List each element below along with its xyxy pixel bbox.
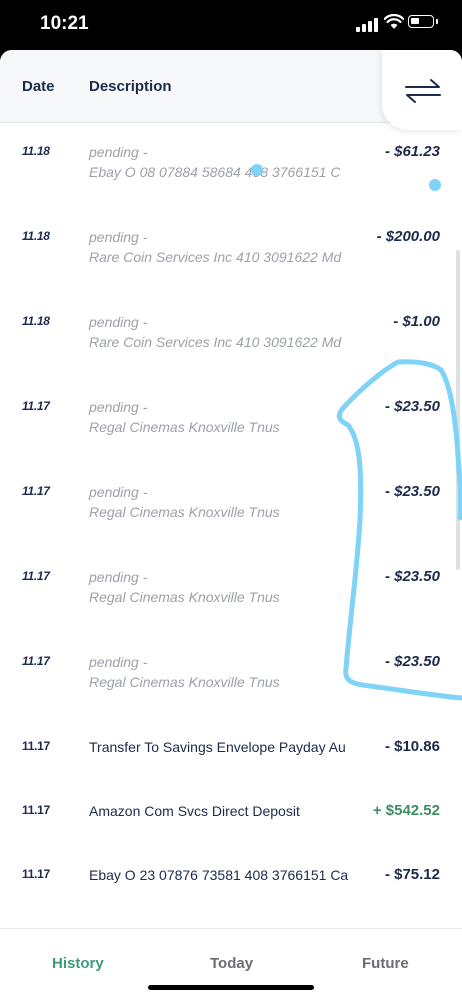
- pending-label: pending -: [89, 654, 148, 670]
- transaction-date: 11.17: [22, 654, 50, 668]
- transaction-description: Regal Cinemas Knoxville Tnus: [89, 589, 280, 605]
- transaction-amount: - $23.50: [384, 398, 440, 415]
- transaction-row-pending[interactable]: 11.18 pending - Rare Coin Services Inc 4…: [0, 292, 462, 377]
- tab-future[interactable]: Future: [362, 955, 409, 972]
- transaction-date: 11.17: [22, 739, 50, 753]
- transaction-row-pending[interactable]: 11.17 pending - Regal Cinemas Knoxville …: [0, 377, 462, 462]
- transaction-amount: - $10.86: [384, 738, 440, 755]
- transaction-description: Regal Cinemas Knoxville Tnus: [89, 674, 280, 690]
- tab-history[interactable]: History: [52, 955, 104, 972]
- transaction-description: Regal Cinemas Knoxville Tnus: [89, 504, 280, 520]
- transaction-date: 11.17: [22, 867, 50, 881]
- transaction-amount: - $23.50: [384, 653, 440, 670]
- pending-label: pending -: [89, 569, 148, 585]
- transaction-date: 11.17: [22, 484, 50, 498]
- pending-label: pending -: [89, 314, 148, 330]
- tab-today[interactable]: Today: [210, 955, 253, 972]
- transaction-description: Ebay O 23 07876 73581 408 3766151 Ca: [89, 867, 349, 883]
- transaction-row[interactable]: 11.17 Ebay O 23 07876 73581 408 3766151 …: [0, 845, 462, 909]
- home-indicator: [148, 985, 314, 990]
- transaction-date: 11.18: [22, 144, 50, 158]
- transaction-row-pending[interactable]: 11.18 pending - Rare Coin Services Inc 4…: [0, 207, 462, 292]
- transaction-amount: - $23.50: [384, 483, 440, 500]
- pending-label: pending -: [89, 144, 148, 160]
- swap-arrows-icon: [405, 79, 441, 103]
- transaction-history-panel: Date Description 11.18 pending - Ebay O …: [0, 50, 462, 1000]
- transaction-description: Amazon Com Svcs Direct Deposit: [89, 803, 300, 819]
- transaction-date: 11.17: [22, 803, 50, 817]
- transaction-description: Rare Coin Services Inc 410 3091622 Md: [89, 334, 342, 350]
- transaction-row-pending[interactable]: 11.17 pending - Regal Cinemas Knoxville …: [0, 547, 462, 632]
- scrollbar[interactable]: [456, 250, 460, 570]
- transaction-description: Ebay O 08 07884 58684 408 3766151 C: [89, 164, 341, 180]
- transaction-description: Regal Cinemas Knoxville Tnus: [89, 419, 280, 435]
- swap-view-button[interactable]: [382, 50, 462, 130]
- battery-icon: [408, 15, 438, 28]
- status-bar: 10:21: [0, 0, 462, 50]
- column-header-date[interactable]: Date: [22, 78, 55, 95]
- transaction-amount: - $23.50: [384, 568, 440, 585]
- transaction-description: Rare Coin Services Inc 410 3091622 Md: [89, 249, 342, 265]
- transaction-row[interactable]: 11.17 Amazon Com Svcs Direct Deposit + $…: [0, 781, 462, 845]
- transaction-amount: - $61.23: [384, 143, 440, 160]
- transaction-date: 11.17: [22, 399, 50, 413]
- transaction-description: Transfer To Savings Envelope Payday Au: [89, 739, 346, 755]
- transaction-row-pending[interactable]: 11.17 pending - Regal Cinemas Knoxville …: [0, 632, 462, 717]
- transaction-date: 11.18: [22, 314, 50, 328]
- transaction-amount: - $75.12: [384, 866, 440, 883]
- cellular-signal-icon: [356, 18, 378, 32]
- pending-label: pending -: [89, 229, 148, 245]
- wifi-icon: [384, 14, 404, 29]
- transaction-amount-credit: + $542.52: [372, 802, 440, 819]
- transaction-row[interactable]: 11.17 Transfer To Savings Envelope Payda…: [0, 717, 462, 781]
- transaction-date: 11.18: [22, 229, 50, 243]
- column-header-description[interactable]: Description: [89, 78, 172, 95]
- status-time: 10:21: [40, 13, 89, 34]
- transaction-row-pending[interactable]: 11.18 pending - Ebay O 08 07884 58684 40…: [0, 122, 462, 207]
- transaction-amount: - $1.00: [393, 313, 440, 330]
- transaction-date: 11.17: [22, 569, 50, 583]
- pending-label: pending -: [89, 484, 148, 500]
- transaction-amount: - $200.00: [376, 228, 440, 245]
- transaction-row-pending[interactable]: 11.17 pending - Regal Cinemas Knoxville …: [0, 462, 462, 547]
- pending-label: pending -: [89, 399, 148, 415]
- transaction-list: 11.18 pending - Ebay O 08 07884 58684 40…: [0, 122, 462, 909]
